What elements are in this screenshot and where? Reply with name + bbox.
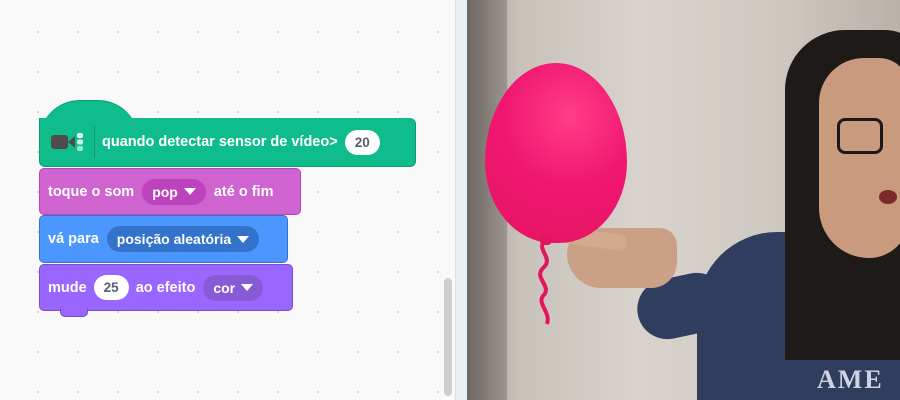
target-dropdown[interactable]: posição aleatória	[106, 226, 260, 252]
shirt-text: AME	[817, 365, 884, 394]
person-glasses	[837, 118, 883, 154]
effect-amount-input[interactable]: 25	[93, 275, 129, 300]
effect-dropdown[interactable]: cor	[203, 274, 264, 301]
hat-block-label: quando detectar sensor de vídeo>	[102, 134, 338, 150]
stage-video-feed[interactable]: AME	[467, 0, 900, 400]
sound-block-suffix: até o fim	[213, 183, 274, 200]
block-bottom-notch	[60, 308, 88, 317]
effect-dropdown-value: cor	[213, 279, 236, 296]
chevron-down-icon	[241, 284, 254, 291]
change-effect-block[interactable]: mude 25 ao efeito cor	[39, 264, 293, 317]
code-area[interactable]: quando detectar sensor de vídeo> 20 toqu…	[0, 0, 455, 400]
balloon-string-icon	[538, 238, 550, 325]
looks-block-label: mude	[48, 279, 87, 296]
code-area-scrollbar[interactable]	[444, 278, 452, 396]
target-dropdown-value: posição aleatória	[116, 231, 232, 247]
go-to-block[interactable]: vá para posição aleatória	[39, 215, 288, 263]
motion-block-label: vá para	[48, 231, 99, 247]
sound-dropdown[interactable]: pop	[142, 178, 206, 205]
balloon-icon	[485, 63, 627, 243]
video-sensing-icon	[50, 126, 95, 158]
sound-dropdown-value: pop	[152, 183, 178, 200]
play-sound-until-done-block[interactable]: toque o som pop até o fim	[39, 168, 301, 215]
person-mouth	[879, 190, 897, 204]
motion-threshold-input[interactable]: 20	[344, 129, 380, 155]
person-face	[819, 58, 900, 258]
chevron-down-icon	[237, 235, 250, 243]
when-video-motion-block[interactable]: quando detectar sensor de vídeo> 20	[39, 118, 416, 167]
chevron-down-icon	[183, 188, 196, 195]
looks-block-middle-label: ao efeito	[135, 279, 196, 296]
sound-block-label: toque o som	[48, 183, 135, 200]
